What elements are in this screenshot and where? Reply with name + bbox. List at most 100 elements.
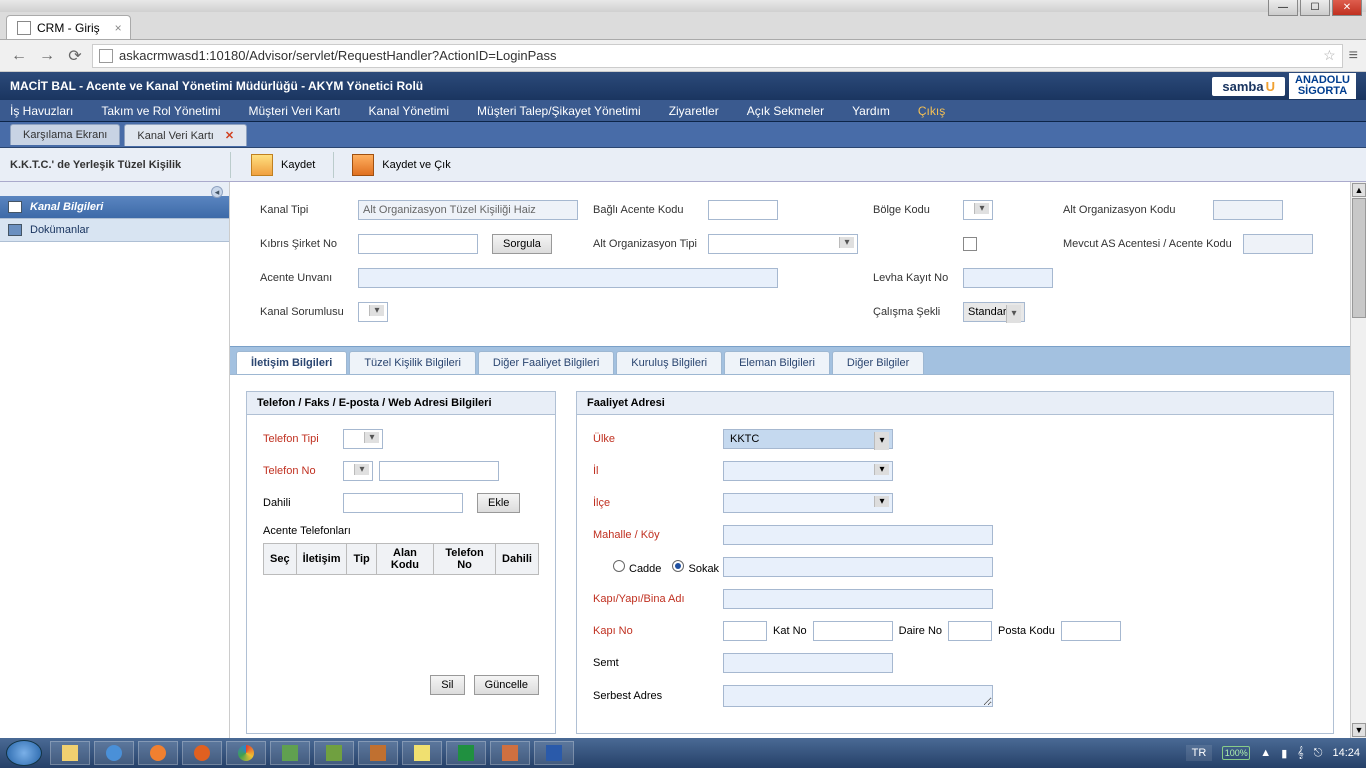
label-ilce: İlçe <box>593 497 723 509</box>
input-bagli-acente[interactable] <box>708 200 778 220</box>
menu-is-havuzlari[interactable]: İş Havuzları <box>10 104 73 118</box>
select-ulke[interactable]: KKTC <box>723 429 893 449</box>
app-header: MACİT BAL - Acente ve Kanal Yönetimi Müd… <box>0 72 1366 100</box>
select-il[interactable] <box>723 461 893 481</box>
tab-close-icon[interactable]: × <box>115 21 122 35</box>
tab-kurulus[interactable]: Kuruluş Bilgileri <box>616 351 722 374</box>
bookmark-star-icon[interactable]: ☆ <box>1323 47 1336 64</box>
sorgula-button[interactable]: Sorgula <box>492 234 552 254</box>
input-cadde-sokak[interactable] <box>723 557 993 577</box>
window-close-button[interactable]: ✕ <box>1332 0 1362 16</box>
browser-toolbar: ← → ⟳ askacrmwasd1:10180/Advisor/servlet… <box>0 40 1366 72</box>
save-exit-button[interactable]: Kaydet ve Çık <box>342 150 460 180</box>
select-kanal-sorumlusu[interactable] <box>358 302 388 322</box>
input-daire-no[interactable] <box>948 621 992 641</box>
th-sec: Seç <box>264 544 297 575</box>
select-alt-org-tipi[interactable] <box>708 234 858 254</box>
scroll-up-icon[interactable]: ▲ <box>1352 183 1366 197</box>
taskbar-item-app2[interactable] <box>314 741 354 765</box>
menu-takim-rol[interactable]: Takım ve Rol Yönetimi <box>101 104 220 118</box>
taskbar-item-excel[interactable] <box>446 741 486 765</box>
taskbar-item-ie[interactable] <box>94 741 134 765</box>
reload-button[interactable]: ⟳ <box>64 45 86 67</box>
ws-tab-kanal-veri[interactable]: Kanal Veri Kartı ✕ <box>124 124 247 146</box>
window-minimize-button[interactable]: — <box>1268 0 1298 16</box>
sil-button[interactable]: Sil <box>430 675 464 695</box>
label-il: İl <box>593 465 723 477</box>
tab-iletisim[interactable]: İletişim Bilgileri <box>236 351 347 374</box>
close-icon[interactable]: ✕ <box>225 130 234 142</box>
systray-time[interactable]: 14:24 <box>1332 747 1360 759</box>
select-ilce[interactable] <box>723 493 893 513</box>
checkbox-mevcut-as[interactable] <box>963 237 977 251</box>
forward-button[interactable]: → <box>36 45 58 67</box>
window-maximize-button[interactable]: ☐ <box>1300 0 1330 16</box>
systray-wifi-icon[interactable]: ⎋ <box>1314 747 1323 760</box>
select-calisma-sekli: Standart <box>963 302 1025 322</box>
input-kapi-no[interactable] <box>723 621 767 641</box>
label-kapi-yapi: Kapı/Yapı/Bina Adı <box>593 593 723 605</box>
scroll-thumb[interactable] <box>1352 198 1366 318</box>
systray-network-icon[interactable]: ▮ <box>1281 747 1287 760</box>
taskbar-item-firefox[interactable] <box>182 741 222 765</box>
select-telefon-tipi[interactable] <box>343 429 383 449</box>
breadcrumb: K.K.T.C.' de Yerleşik Tüzel Kişilik <box>0 159 230 171</box>
systray-flag-icon[interactable]: ▲ <box>1260 747 1271 759</box>
menu-acik-sekmeler[interactable]: Açık Sekmeler <box>747 104 824 118</box>
tab-tuzel-kisilik[interactable]: Tüzel Kişilik Bilgileri <box>349 351 476 374</box>
start-button[interactable] <box>6 740 42 766</box>
input-mevcut-as-kodu <box>1243 234 1313 254</box>
taskbar-item-app1[interactable] <box>270 741 310 765</box>
menu-talep-sikayet[interactable]: Müşteri Talep/Şikayet Yönetimi <box>477 104 641 118</box>
sidebar-item-dokumanlar[interactable]: Dokümanlar <box>0 219 229 242</box>
vertical-scrollbar[interactable]: ▲ ▼ <box>1350 182 1366 738</box>
label-daire-no: Daire No <box>899 625 942 637</box>
input-telefon-no[interactable] <box>379 461 499 481</box>
taskbar-item-app3[interactable] <box>358 741 398 765</box>
systray-lang[interactable]: TR <box>1186 745 1213 761</box>
input-serbest-adres[interactable] <box>723 685 993 707</box>
tab-eleman[interactable]: Eleman Bilgileri <box>724 351 830 374</box>
input-mahalle[interactable] <box>723 525 993 545</box>
input-dahili[interactable] <box>343 493 463 513</box>
input-levha[interactable] <box>963 268 1053 288</box>
taskbar-item-chrome[interactable] <box>226 741 266 765</box>
label-bagli-acente: Bağlı Acente Kodu <box>593 204 684 216</box>
input-semt[interactable] <box>723 653 893 673</box>
taskbar-item-paint[interactable] <box>490 741 530 765</box>
browser-menu-icon[interactable]: ≡ <box>1349 47 1358 65</box>
input-acente-unvani[interactable] <box>358 268 778 288</box>
save-button[interactable]: Kaydet <box>241 150 325 180</box>
menu-musteri-veri[interactable]: Müşteri Veri Kartı <box>249 104 341 118</box>
taskbar-item-media[interactable] <box>138 741 178 765</box>
taskbar-item-word[interactable] <box>534 741 574 765</box>
ws-tab-karsilama[interactable]: Karşılama Ekranı <box>10 124 120 145</box>
radio-cadde[interactable] <box>613 560 625 572</box>
tab-diger-bilgiler[interactable]: Diğer Bilgiler <box>832 351 924 374</box>
ekle-button[interactable]: Ekle <box>477 493 520 513</box>
select-bolge-kodu[interactable] <box>963 200 993 220</box>
input-kibris-sirket[interactable] <box>358 234 478 254</box>
systray-volume-icon[interactable]: 𝄞 <box>1297 747 1304 760</box>
menu-ziyaretler[interactable]: Ziyaretler <box>669 104 719 118</box>
sidebar-collapse-button[interactable]: ◂ <box>211 186 223 198</box>
input-kat-no[interactable] <box>813 621 893 641</box>
scroll-down-icon[interactable]: ▼ <box>1352 723 1366 737</box>
back-button[interactable]: ← <box>8 45 30 67</box>
radio-sokak[interactable] <box>672 560 684 572</box>
tab-diger-faaliyet[interactable]: Diğer Faaliyet Bilgileri <box>478 351 614 374</box>
input-kapi-yapi[interactable] <box>723 589 993 609</box>
sidebar-item-kanal-bilgileri[interactable]: Kanal Bilgileri <box>0 196 229 219</box>
taskbar-item-notes[interactable] <box>402 741 442 765</box>
taskbar-item-explorer[interactable] <box>50 741 90 765</box>
menu-yardim[interactable]: Yardım <box>852 104 890 118</box>
browser-tab[interactable]: CRM - Giriş × <box>6 15 131 39</box>
label-dahili: Dahili <box>263 497 343 509</box>
systray-battery[interactable]: 100% <box>1222 746 1250 760</box>
select-alan-kodu[interactable] <box>343 461 373 481</box>
menu-kanal-yonetimi[interactable]: Kanal Yönetimi <box>369 104 450 118</box>
menu-cikis[interactable]: Çıkış <box>918 104 945 118</box>
guncelle-button[interactable]: Güncelle <box>474 675 539 695</box>
input-posta-kodu[interactable] <box>1061 621 1121 641</box>
address-bar[interactable]: askacrmwasd1:10180/Advisor/servlet/Reque… <box>92 44 1343 68</box>
